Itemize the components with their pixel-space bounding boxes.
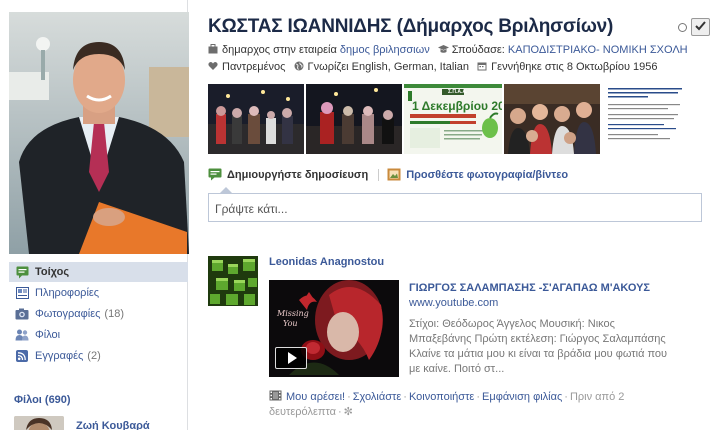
- video-thumbnail[interactable]: Missing You: [269, 280, 399, 377]
- info-education: Σπούδασε: ΚΑΠΟΔΙΣΤΡΙΑΚΟ- ΝΟΜΙΚΗ ΣΧΟΛΗ: [437, 43, 688, 56]
- recent-photo[interactable]: [208, 84, 304, 154]
- shared-link-url[interactable]: www.youtube.com: [409, 297, 498, 309]
- actor-name-link[interactable]: Leonidas Anagnostou: [269, 256, 384, 268]
- nav-item-count: (2): [87, 350, 101, 362]
- composer-input[interactable]: Γράψτε κάτι...: [208, 193, 702, 222]
- friends-heading[interactable]: Φίλοι (690): [14, 394, 71, 406]
- info-birthday-text: Γεννήθηκε στις 8 Οκτωβρίου 1956: [491, 61, 658, 73]
- story-actions: Μου αρέσει! · Σχολιάστε · Κοινοποιήστε · Εμφάν…: [269, 390, 649, 420]
- briefcase-icon: [208, 43, 218, 54]
- friends-icon: [15, 328, 29, 342]
- poster-headline: 1 Δεκεμβρίου 2011: [412, 99, 502, 113]
- check-button[interactable]: [691, 18, 710, 36]
- info-birthday: Γεννήθηκε στις 8 Οκτωβρίου 1956: [477, 60, 658, 73]
- recent-photo-document[interactable]: [602, 84, 701, 154]
- play-icon: [287, 352, 297, 364]
- recent-photo[interactable]: [306, 84, 402, 154]
- see-friendship-link[interactable]: Εμφάνιση φιλίας: [482, 391, 562, 403]
- info-relationship: Παντρεμένος: [208, 61, 289, 73]
- profile-picture-image: [9, 12, 189, 254]
- nav-item-label: Εγγραφές: [35, 350, 84, 362]
- info-work-link[interactable]: δημος βριλησσιων: [340, 44, 430, 56]
- friend-name[interactable]: Ζωή Κουβαρά: [76, 420, 150, 430]
- info-icon: [15, 286, 29, 300]
- rss-icon: [15, 349, 29, 363]
- profile-info: δημαρχος στην εταιρεία δημος βριλησσιων …: [208, 42, 698, 76]
- tab-status-label: Δημιουργήστε δημοσίευση: [227, 169, 369, 181]
- info-relationship-text: Παντρεμένος: [222, 61, 286, 73]
- recent-photo-poster[interactable]: 1 Δεκεμβρίου 2011 Σ.Π.Α.Α.: [404, 84, 502, 154]
- composer-tabs: Δημιουργήστε δημοσίευση Προσθέστε φωτογρ…: [208, 168, 578, 182]
- separator-dot: ·: [338, 406, 342, 418]
- shared-link-title[interactable]: ΓΙΩΡΓΟΣ ΣΑΛΑΜΠΑΣΗΣ -Σ'ΑΓΑΠΑΩ Μ'ΑΚΟΥΣ: [409, 282, 650, 294]
- separator-dot: ·: [403, 391, 407, 403]
- info-languages-text: Γνωρίζει English, German, Italian: [307, 61, 470, 73]
- nav-item-label: Φωτογραφίες: [35, 308, 101, 320]
- like-link[interactable]: Μου αρέσει!: [286, 391, 345, 403]
- status-icon: [208, 168, 222, 182]
- photos-icon: [15, 307, 29, 321]
- status-dot-icon: [678, 22, 687, 32]
- composer-placeholder: Γράψτε κάτι...: [215, 202, 288, 216]
- nav-item-label: Φίλοι: [35, 329, 61, 341]
- tab-photo-video-label: Προσθέστε φωτογραφία/βίντεο: [406, 169, 569, 181]
- separator-dot: ·: [347, 391, 351, 403]
- shared-link-description: Στίχοι: Θεόδωρος Άγγελος Μουσική: Νικος …: [409, 318, 668, 375]
- graduation-cap-icon: [437, 43, 449, 53]
- video-film-icon: [269, 390, 282, 401]
- separator-dot: ·: [476, 391, 481, 403]
- nav-item-wall[interactable]: Τοίχος: [9, 262, 188, 282]
- profile-picture[interactable]: [9, 12, 189, 254]
- play-button[interactable]: [275, 347, 307, 369]
- svg-text:You: You: [283, 319, 298, 328]
- nav-item-info[interactable]: Πληροφορίες: [9, 283, 188, 303]
- page-title: ΚΩΣΤΑΣ ΙΩΑΝΝΙΔΗΣ (Δήμαρχος Βριλησσίων): [208, 16, 614, 37]
- profile-header: ΚΩΣΤΑΣ ΙΩΑΝΝΙΔΗΣ (Δήμαρχος Βριλησσίων): [208, 13, 710, 41]
- nav-item-count: (18): [104, 308, 124, 320]
- photo-video-icon: [387, 168, 401, 182]
- header-actions: [678, 18, 710, 36]
- info-education-link[interactable]: ΚΑΠΟΔΙΣΤΡΙΑΚΟ- ΝΟΜΙΚΗ ΣΧΟΛΗ: [508, 44, 688, 56]
- globe-icon: [294, 60, 304, 71]
- separator-dot: ·: [564, 391, 568, 403]
- friend-avatar[interactable]: [14, 416, 64, 430]
- poster-brand: Σ.Π.Α.Α.: [448, 89, 468, 95]
- recent-photos-strip: 1 Δεκεμβρίου 2011 Σ.Π.Α.Α.: [208, 84, 702, 154]
- wall-icon: [15, 265, 29, 279]
- comment-link[interactable]: Σχολιάστε: [353, 391, 402, 403]
- info-work-text: δημαρχος στην εταιρεία: [222, 44, 337, 56]
- info-languages: Γνωρίζει English, German, Italian: [294, 61, 473, 73]
- tab-status[interactable]: Δημιουργήστε δημοσίευση: [208, 168, 368, 182]
- profile-nav: Τοίχος Πληροφορίες Φωτογραφίες (18) Φίλο…: [9, 262, 188, 367]
- svg-text:Missing: Missing: [276, 309, 309, 318]
- nav-item-friends[interactable]: Φίλοι: [9, 325, 188, 345]
- tab-photo-video[interactable]: Προσθέστε φωτογραφία/βίντεο: [387, 168, 568, 182]
- main-column: ΚΩΣΤΑΣ ΙΩΑΝΝΙΔΗΣ (Δήμαρχος Βριλησσίων) δ…: [208, 0, 710, 430]
- left-column: Τοίχος Πληροφορίες Φωτογραφίες (18) Φίλο…: [0, 0, 189, 430]
- check-icon: [695, 20, 706, 34]
- tab-separator: [378, 169, 380, 181]
- actor-avatar[interactable]: [208, 256, 258, 306]
- privacy-icon[interactable]: ✼: [344, 406, 353, 418]
- nav-item-subscriptions[interactable]: Εγγραφές (2): [9, 346, 188, 366]
- nav-item-label: Τοίχος: [35, 266, 70, 278]
- recent-photo[interactable]: [504, 84, 600, 154]
- nav-item-label: Πληροφορίες: [35, 287, 100, 299]
- info-work: δημαρχος στην εταιρεία δημος βριλησσιων: [208, 44, 433, 56]
- share-link[interactable]: Κοινοποιήστε: [409, 391, 474, 403]
- heart-icon: [208, 60, 218, 70]
- info-education-label: Σπούδασε:: [451, 44, 505, 56]
- calendar-icon: [477, 60, 487, 71]
- nav-item-photos[interactable]: Φωτογραφίες (18): [9, 304, 188, 324]
- friend-list-item[interactable]: Ζωή Κουβαρά: [14, 416, 150, 430]
